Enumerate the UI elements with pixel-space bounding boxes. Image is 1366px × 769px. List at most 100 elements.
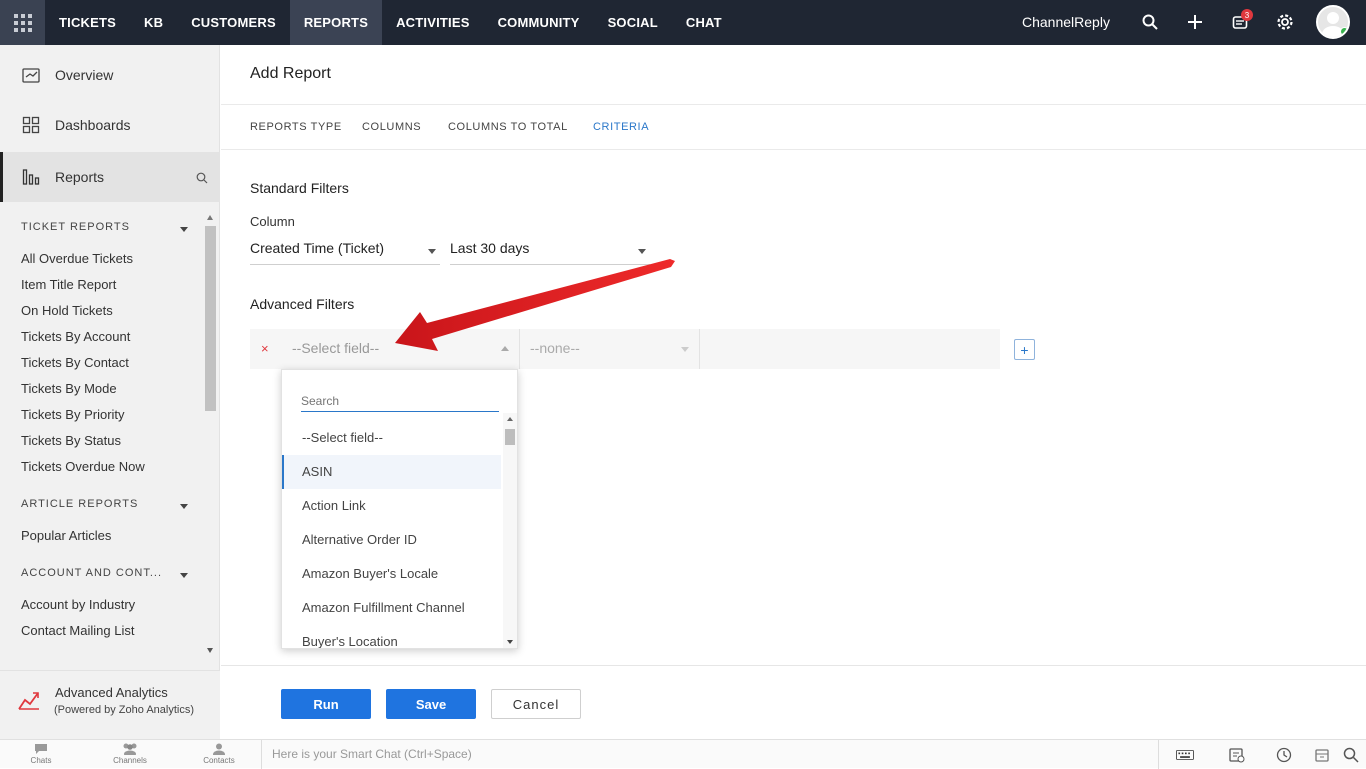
search-icon[interactable] [1140,12,1160,32]
analytics-title: Advanced Analytics [55,685,168,700]
advanced-analytics-link[interactable]: Advanced Analytics (Powered by Zoho Anal… [0,670,220,739]
contacts-icon [213,743,225,759]
overview-icon [22,68,40,83]
dropdown-option[interactable]: Buyer's Location [282,625,501,648]
bottom-bar: Chats Channels Contacts Here is your Sma… [0,739,1366,769]
chats-button[interactable]: Chats [11,743,71,765]
report-link[interactable]: Item Title Report [21,277,116,292]
tasks-icon[interactable] [1228,746,1246,764]
search-reports-icon[interactable] [196,172,208,184]
sidebar-item-label: Dashboards [55,117,131,133]
report-link[interactable]: Tickets By Contact [21,355,129,370]
report-link[interactable]: Contact Mailing List [21,623,134,638]
field-select[interactable]: --Select field-- [282,329,519,369]
report-link[interactable]: Tickets By Priority [21,407,125,422]
reports-icon [22,169,40,185]
tab-criteria[interactable]: CRITERIA [593,121,649,133]
report-link[interactable]: Tickets By Account [21,329,130,344]
nav-kb[interactable]: KB [130,0,177,45]
report-link[interactable]: Tickets Overdue Now [21,459,145,474]
report-link[interactable]: Tickets By Mode [21,381,117,396]
sidebar-item-overview[interactable]: Overview [0,50,220,100]
settings-gear-icon[interactable] [1275,12,1295,32]
dropdown-option[interactable]: Action Link [282,489,501,523]
nav-community[interactable]: COMMUNITY [484,0,594,45]
run-button[interactable]: Run [281,689,371,719]
add-filter-button[interactable]: + [1014,339,1035,360]
chevron-down-icon[interactable] [180,227,188,232]
sidebar-item-reports[interactable]: Reports [0,152,220,202]
apps-grid-icon[interactable] [0,0,45,45]
report-link[interactable]: All Overdue Tickets [21,251,133,266]
save-button[interactable]: Save [386,689,476,719]
online-status-icon [1340,27,1348,36]
sidebar-scrollbar[interactable] [205,226,216,411]
report-link[interactable]: Account by Industry [21,597,135,612]
chevron-down-icon [428,249,436,254]
nav-social[interactable]: SOCIAL [594,0,672,45]
report-link[interactable]: Tickets By Status [21,433,121,448]
chevron-down-icon[interactable] [180,504,188,509]
reports-sidebar: Overview Dashboards Reports TICKET REPOR… [0,45,220,739]
bottom-search-icon[interactable] [1342,746,1360,764]
add-icon[interactable] [1185,12,1205,32]
dropdown-option-highlighted[interactable]: ASIN [282,455,501,489]
sidebar-item-dashboards[interactable]: Dashboards [0,100,220,150]
nav-reports[interactable]: REPORTS [289,0,383,45]
clock-icon[interactable] [1275,746,1293,764]
date-range-select[interactable]: Last 30 days [450,235,650,265]
keyboard-icon[interactable] [1176,746,1194,764]
operator-select[interactable]: --none-- [519,329,700,369]
tab-columns-to-total[interactable]: COLUMNS TO TOTAL [448,121,568,133]
notification-badge: 3 [1241,9,1253,21]
dropdown-option[interactable]: Amazon Fulfillment Channel [282,591,501,625]
notifications-icon[interactable]: 3 [1230,9,1253,32]
nav-chat[interactable]: CHAT [672,0,736,45]
dashboards-icon [22,116,40,134]
nav-activities[interactable]: ACTIVITIES [382,0,484,45]
section-account-contact-reports[interactable]: ACCOUNT AND CONT... [21,567,162,579]
scroll-up-icon[interactable] [207,215,213,220]
field-dropdown: --Select field-- ASIN Action Link Altern… [281,369,518,649]
chats-icon [35,744,47,754]
analytics-subtitle: (Powered by Zoho Analytics) [54,704,195,716]
tab-reports-type[interactable]: REPORTS TYPE [250,121,342,133]
bottom-item-label: Chats [30,756,52,765]
scroll-thumb[interactable] [505,429,515,445]
nav-customers[interactable]: CUSTOMERS [177,0,290,45]
remove-filter-icon[interactable]: × [261,341,269,356]
scroll-up-icon[interactable] [507,417,513,421]
channels-icon [123,743,137,758]
scroll-down-icon[interactable] [207,648,213,653]
standard-filters-heading: Standard Filters [250,180,349,196]
chevron-down-icon [638,249,646,254]
dropdown-option[interactable]: Alternative Order ID [282,523,501,557]
scroll-down-icon[interactable] [507,640,513,644]
section-ticket-reports[interactable]: TICKET REPORTS [21,221,130,233]
chevron-down-icon[interactable] [180,573,188,578]
report-link[interactable]: On Hold Tickets [21,303,113,318]
analytics-icon [18,692,39,710]
field-search-input[interactable] [301,388,499,412]
dropdown-scrollbar[interactable] [503,413,517,648]
action-footer: Run Save Cancel [221,665,1366,739]
portal-name[interactable]: ChannelReply [1022,14,1110,30]
cancel-button[interactable]: Cancel [491,689,581,719]
bottom-item-label: Channels [113,756,147,765]
column-select[interactable]: Created Time (Ticket) [250,235,440,265]
column-label: Column [250,214,295,229]
dropdown-option[interactable]: Amazon Buyer's Locale [282,557,501,591]
dropdown-option[interactable]: --Select field-- [282,421,501,455]
tab-columns[interactable]: COLUMNS [362,121,421,133]
report-steps-tabs: REPORTS TYPE COLUMNS COLUMNS TO TOTAL CR… [221,104,1366,150]
channels-button[interactable]: Channels [100,743,160,765]
contacts-button[interactable]: Contacts [189,743,249,765]
report-link[interactable]: Popular Articles [21,528,111,543]
section-article-reports[interactable]: ARTICLE REPORTS [21,498,138,510]
smart-chat-input[interactable]: Here is your Smart Chat (Ctrl+Space) [261,740,1159,769]
advanced-filter-row: × --Select field-- --none-- [250,329,1000,369]
user-avatar[interactable] [1316,5,1350,39]
report-editor: Add Report REPORTS TYPE COLUMNS COLUMNS … [221,45,1366,739]
nav-tickets[interactable]: TICKETS [45,0,130,45]
archive-icon[interactable] [1313,746,1331,764]
